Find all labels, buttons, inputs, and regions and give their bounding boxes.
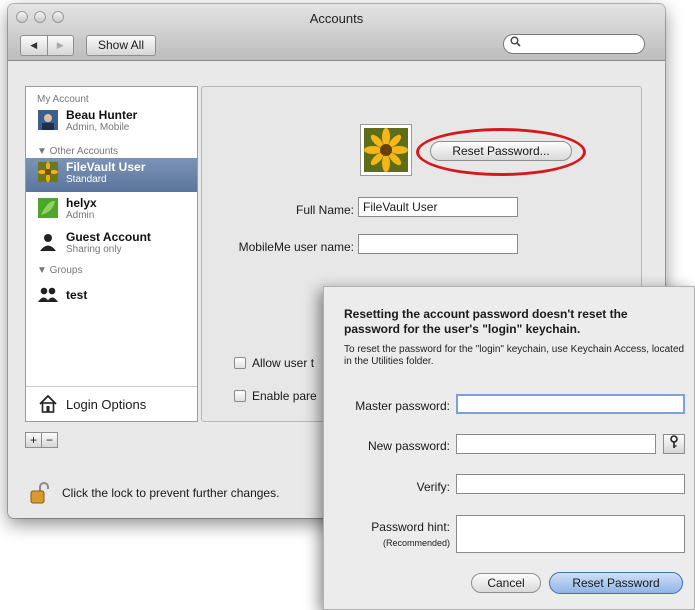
- login-options-label: Login Options: [66, 397, 147, 412]
- account-name: FileVault User: [66, 160, 146, 174]
- add-account-button[interactable]: +: [25, 432, 42, 448]
- flower-photo-icon: [38, 162, 58, 182]
- house-icon: [39, 394, 57, 413]
- lock-message: Click the lock to prevent further change…: [62, 486, 280, 500]
- forward-button[interactable]: ▶: [46, 36, 74, 55]
- lock-icon[interactable]: [30, 482, 50, 504]
- flower-photo-icon: [364, 128, 408, 172]
- show-all-button[interactable]: Show All: [86, 35, 156, 56]
- master-password-field[interactable]: [456, 394, 685, 414]
- parental-controls-label: Enable pare: [252, 389, 317, 403]
- allow-admin-row[interactable]: Allow user t: [234, 356, 314, 370]
- password-assistant-button[interactable]: [663, 434, 685, 454]
- new-password-label: New password:: [367, 439, 450, 453]
- master-password-label: Master password:: [355, 399, 450, 413]
- account-item-helyx[interactable]: helyx Admin: [26, 194, 197, 228]
- remove-account-button[interactable]: −: [41, 432, 58, 448]
- highlight-circle: [416, 128, 586, 176]
- parental-controls-row[interactable]: Enable pare: [234, 389, 317, 403]
- group-icon: [38, 287, 58, 302]
- back-button[interactable]: ◀: [21, 36, 47, 55]
- window-title: Accounts: [309, 11, 364, 26]
- title-bar: Accounts ◀ ▶ Show All: [8, 4, 665, 61]
- account-role: Admin, Mobile: [66, 122, 130, 133]
- sheet-heading: Resetting the account password doesn't r…: [344, 307, 628, 336]
- groups-header: ▼ Groups: [37, 265, 83, 276]
- mobileme-label: MobileMe user name:: [238, 240, 354, 254]
- group-name: test: [66, 288, 88, 302]
- account-name: Guest Account: [66, 230, 151, 244]
- mobileme-field[interactable]: [358, 234, 518, 254]
- search-input[interactable]: [503, 34, 645, 54]
- account-role: Sharing only: [66, 244, 122, 255]
- account-name: Beau Hunter: [66, 108, 138, 122]
- reset-password-sheet: Resetting the account password doesn't r…: [323, 286, 695, 610]
- full-name-label: Full Name:: [295, 203, 354, 217]
- leaf-photo-icon: [38, 198, 58, 218]
- password-hint-note: (Recommended): [382, 538, 450, 548]
- reset-password-confirm-button[interactable]: Reset Password: [549, 572, 683, 594]
- full-name-field[interactable]: FileVault User: [358, 197, 518, 217]
- verify-field[interactable]: [456, 474, 685, 494]
- account-name: helyx: [66, 196, 97, 210]
- accounts-list: My Account Beau Hunter Admin, Mobile ▼ O…: [25, 86, 198, 422]
- search-icon: [510, 36, 521, 50]
- key-icon: [670, 435, 678, 448]
- sheet-subtext: To reset the password for the "login" ke…: [344, 344, 685, 367]
- cancel-button[interactable]: Cancel: [471, 573, 541, 593]
- nav-buttons: ◀ ▶: [20, 35, 74, 56]
- other-accounts-header: ▼ Other Accounts: [37, 146, 119, 157]
- account-item-filevault-user[interactable]: FileVault User Standard: [26, 158, 197, 192]
- account-item-beau-hunter[interactable]: Beau Hunter Admin, Mobile: [26, 106, 197, 140]
- person-silhouette-icon: [40, 234, 56, 251]
- account-picture[interactable]: [360, 124, 412, 176]
- login-options-item[interactable]: Login Options: [26, 386, 197, 421]
- user-photo-icon: [38, 110, 58, 130]
- parental-controls-checkbox[interactable]: [234, 390, 246, 402]
- account-role: Admin: [66, 210, 95, 221]
- group-item-test[interactable]: test: [26, 281, 197, 315]
- allow-admin-label: Allow user t: [252, 356, 315, 370]
- my-account-header: My Account: [37, 94, 89, 105]
- allow-admin-checkbox[interactable]: [234, 357, 246, 369]
- password-hint-field[interactable]: [456, 515, 685, 553]
- verify-label: Verify:: [416, 480, 450, 494]
- new-password-field[interactable]: [456, 434, 656, 454]
- account-role: Standard: [66, 174, 107, 185]
- password-hint-label: Password hint:: [371, 520, 450, 534]
- account-item-guest[interactable]: Guest Account Sharing only: [26, 228, 197, 262]
